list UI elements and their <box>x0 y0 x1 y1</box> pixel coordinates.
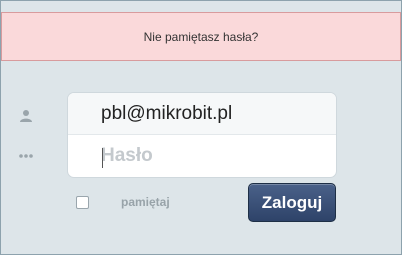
password-field[interactable] <box>68 135 336 177</box>
remember-checkbox[interactable] <box>76 196 89 209</box>
remember-label: pamiętaj <box>121 195 170 209</box>
user-icon <box>18 108 34 124</box>
credentials-input-group <box>67 92 337 178</box>
forgot-password-alert[interactable]: Nie pamiętasz hasła? <box>1 12 401 61</box>
forgot-password-link[interactable]: Nie pamiętasz hasła? <box>144 30 259 44</box>
login-button[interactable]: Zaloguj <box>248 183 336 222</box>
email-field[interactable] <box>68 93 336 135</box>
login-panel: Nie pamiętasz hasła? pamiętaj Zaloguj <box>0 0 402 255</box>
text-caret <box>102 148 103 168</box>
password-dots-icon <box>18 148 34 164</box>
